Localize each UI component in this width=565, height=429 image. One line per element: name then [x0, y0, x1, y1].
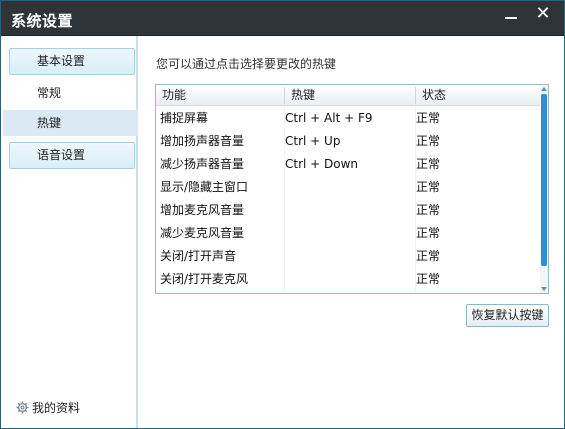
- status-cell: 正常: [416, 203, 441, 217]
- hotkey-cell: Ctrl + Down: [285, 157, 359, 171]
- my-profile-link[interactable]: 我的资料: [16, 399, 80, 416]
- sidebar-item-label: 常规: [37, 86, 62, 100]
- function-cell: 关闭/打开麦克风: [160, 272, 249, 286]
- function-cell: 显示/隐藏主窗口: [160, 180, 249, 194]
- minimize-button[interactable]: [497, 4, 525, 26]
- function-cell: 关闭/打开声音: [160, 249, 237, 263]
- close-button[interactable]: ✕: [529, 4, 557, 26]
- scroll-up-arrow-icon[interactable]: [541, 87, 547, 91]
- sidebar-group-basic-settings[interactable]: 基本设置: [9, 48, 135, 75]
- status-cell: 正常: [416, 249, 441, 263]
- hotkey-table: 功能 热键 状态 捕捉屏幕 Ctrl + Alt + F9 正常 增加扬声器音量…: [155, 84, 549, 294]
- status-cell: 正常: [416, 272, 441, 286]
- settings-window: 系统设置 ✕ 基本设置 常规 热键 语音设置 我的资料 您可以通过点击选择要更改…: [0, 0, 565, 429]
- minimize-icon: [505, 17, 517, 19]
- title-bar[interactable]: 系统设置 ✕: [1, 1, 564, 36]
- hotkey-cell: Ctrl + Alt + F9: [285, 111, 373, 125]
- column-header-hotkey[interactable]: 热键: [285, 85, 315, 106]
- column-header-function[interactable]: 功能: [156, 85, 186, 106]
- sidebar-item-label: 热键: [37, 116, 62, 130]
- function-cell: 增加扬声器音量: [160, 134, 245, 148]
- gear-icon: [16, 401, 29, 414]
- sidebar-item-general[interactable]: 常规: [3, 80, 138, 106]
- table-row[interactable]: 减少麦克风音量 正常: [156, 222, 542, 245]
- column-header-status[interactable]: 状态: [416, 85, 446, 106]
- sidebar-group-label: 语音设置: [37, 148, 86, 162]
- table-row[interactable]: 关闭/打开麦克风 正常: [156, 268, 542, 291]
- my-profile-label: 我的资料: [32, 401, 81, 415]
- table-row[interactable]: 关闭/打开声音 正常: [156, 245, 542, 268]
- status-cell: 正常: [416, 226, 441, 240]
- status-cell: 正常: [416, 180, 441, 194]
- status-cell: 正常: [416, 111, 441, 125]
- table-header: 功能 热键 状态: [156, 85, 548, 106]
- scrollbar-thumb[interactable]: [541, 94, 547, 266]
- table-row[interactable]: 增加扬声器音量 Ctrl + Up 正常: [156, 130, 542, 153]
- status-cell: 正常: [416, 134, 441, 148]
- scroll-down-arrow-icon[interactable]: [541, 287, 547, 291]
- sidebar-group-label: 基本设置: [37, 54, 86, 68]
- restore-defaults-button[interactable]: 恢复默认按键: [466, 304, 549, 327]
- close-icon: ✕: [535, 3, 551, 24]
- table-row[interactable]: 增加麦克风音量 正常: [156, 199, 542, 222]
- window-title: 系统设置: [11, 12, 74, 30]
- status-cell: 正常: [416, 157, 441, 171]
- sidebar-group-voice-settings[interactable]: 语音设置: [9, 142, 135, 169]
- table-row[interactable]: 显示/隐藏主窗口 正常: [156, 176, 542, 199]
- function-cell: 捕捉屏幕: [160, 111, 209, 125]
- function-cell: 减少麦克风音量: [160, 226, 245, 240]
- table-row[interactable]: 减少扬声器音量 Ctrl + Down 正常: [156, 153, 542, 176]
- function-cell: 减少扬声器音量: [160, 157, 245, 171]
- table-scrollbar[interactable]: [540, 85, 548, 293]
- hotkey-cell: Ctrl + Up: [285, 134, 341, 148]
- table-row[interactable]: 捕捉屏幕 Ctrl + Alt + F9 正常: [156, 107, 542, 130]
- function-cell: 增加麦克风音量: [160, 203, 245, 217]
- sidebar: 基本设置 常规 热键 语音设置: [2, 36, 138, 428]
- sidebar-item-hotkeys[interactable]: 热键: [3, 110, 138, 136]
- hotkey-hint-text: 您可以通过点击选择要更改的热键: [156, 57, 337, 71]
